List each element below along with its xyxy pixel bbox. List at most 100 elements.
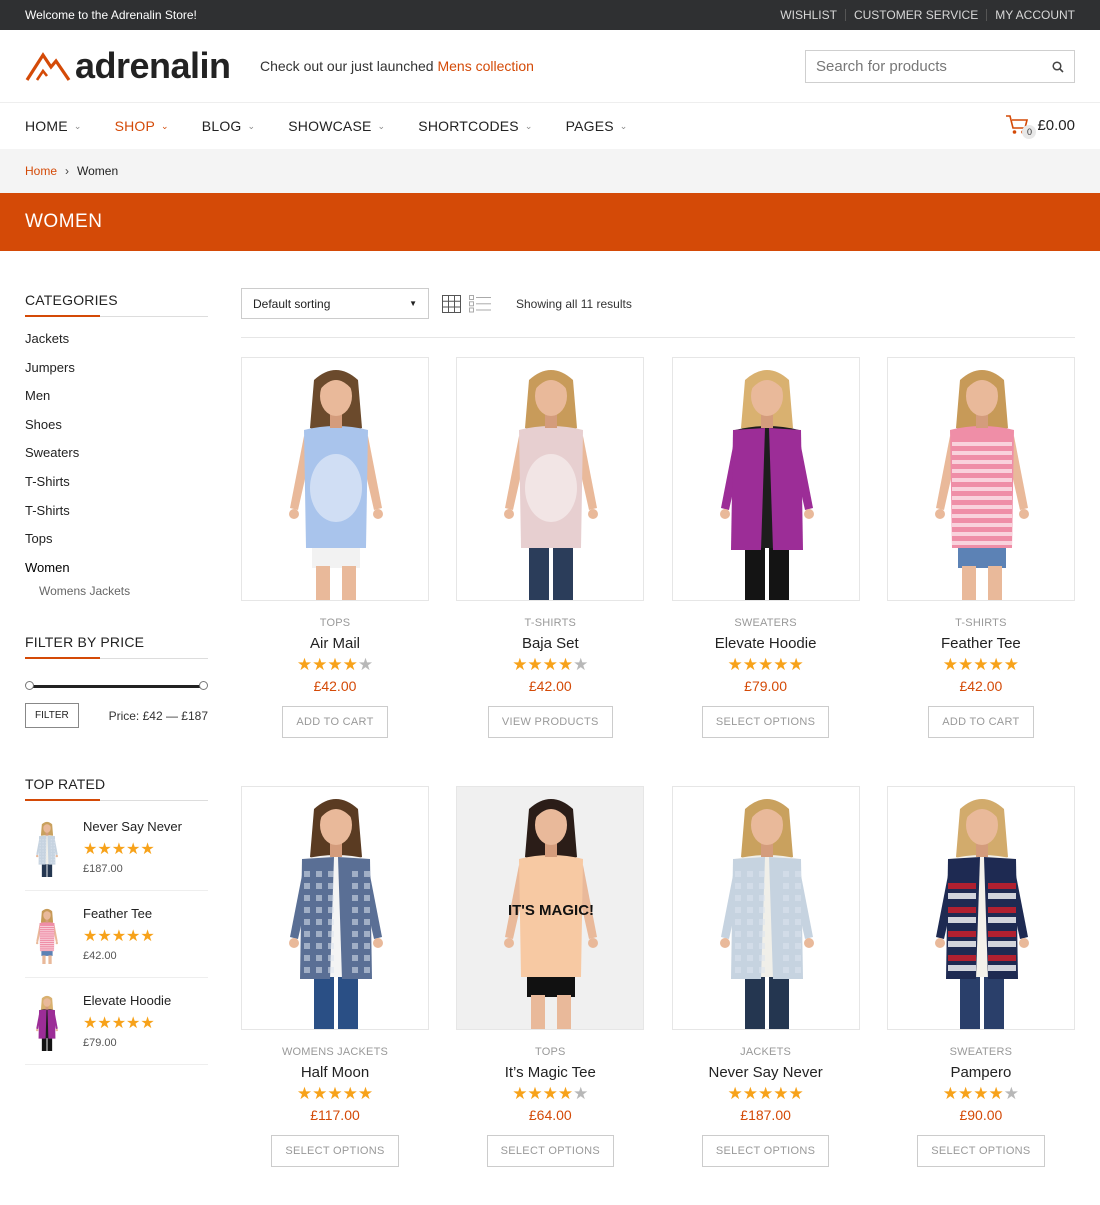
product-card: SWEATERS Pampero ★★★★★ £90.00 SELECT OPT… (886, 786, 1075, 1205)
price-range-label: Price: £42 — £187 (108, 708, 208, 723)
price-filter: FILTER BY PRICE FILTER Price: £42 — £187 (25, 634, 208, 729)
product-category[interactable]: WOMENS JACKETS (241, 1046, 429, 1058)
product-thumbnail[interactable] (25, 906, 69, 965)
product-title[interactable]: Never Say Never (672, 1064, 860, 1081)
product-title[interactable]: Feather Tee (887, 635, 1075, 652)
sort-select[interactable]: Default sorting ▼ (241, 288, 429, 319)
logo[interactable]: adrenalin (25, 45, 260, 87)
product-card: TOPS Air Mail ★★★★★ £42.00 ADD TO CART (241, 357, 429, 786)
star-rating: ★★★★★ (296, 655, 374, 674)
category-sweaters[interactable]: Sweaters (25, 445, 208, 474)
nav-item-pages[interactable]: PAGES ⌄ (566, 118, 628, 134)
product-category[interactable]: SWEATERS (672, 617, 860, 629)
top-rated-name[interactable]: Feather Tee (83, 906, 155, 921)
star-rating: ★★★★★ (83, 928, 155, 946)
product-card: JACKETS Never Say Never ★★★★★ £187.00 SE… (671, 786, 860, 1205)
category-t-shirts-2[interactable]: T-Shirts (25, 503, 208, 532)
product-title[interactable]: Half Moon (241, 1064, 429, 1081)
top-rated-heading: TOP RATED (25, 776, 208, 802)
customer-service-link[interactable]: CUSTOMER SERVICE (844, 9, 986, 21)
page-title-banner: WOMEN (0, 193, 1100, 251)
product-image[interactable] (241, 786, 429, 1030)
nav-item-shortcodes[interactable]: SHORTCODES ⌄ (418, 118, 532, 134)
product-thumbnail[interactable] (25, 819, 69, 878)
nav-item-home[interactable]: HOME ⌄ (25, 118, 82, 134)
category-jumpers[interactable]: Jumpers (25, 360, 208, 389)
nav-item-blog[interactable]: BLOG ⌄ (202, 118, 255, 134)
product-price: £117.00 (310, 1107, 360, 1123)
product-category[interactable]: T-SHIRTS (887, 617, 1075, 629)
grid-view-icon[interactable] (442, 294, 461, 313)
breadcrumb-home-link[interactable]: Home (25, 164, 57, 178)
category-jackets[interactable]: Jackets (25, 331, 208, 360)
wishlist-link[interactable]: WISHLIST (772, 9, 845, 21)
product-action-button[interactable]: SELECT OPTIONS (701, 706, 830, 738)
product-price: £90.00 (959, 1107, 1003, 1123)
top-rated-name[interactable]: Elevate Hoodie (83, 993, 171, 1008)
my-account-link[interactable]: MY ACCOUNT (986, 9, 1075, 21)
category-t-shirts[interactable]: T-Shirts (25, 474, 208, 503)
top-rated-widget: TOP RATED Never Say Never ★★★★★ £187.00 … (25, 776, 208, 1066)
product-title[interactable]: Baja Set (456, 635, 644, 652)
category-men[interactable]: Men (25, 388, 208, 417)
price-slider-max-handle[interactable] (199, 681, 208, 691)
product-image[interactable] (886, 357, 1075, 601)
search-input[interactable]: Search for products (805, 50, 1075, 83)
product-price: £42.00 (959, 678, 1003, 694)
top-rated-item[interactable]: Feather Tee ★★★★★ £42.00 (25, 891, 208, 979)
star-rating: ★★★★★ (942, 655, 1019, 674)
top-rated-info: Never Say Never ★★★★★ £187.00 (83, 819, 182, 877)
product-image[interactable] (456, 357, 645, 601)
top-rated-name[interactable]: Never Say Never (83, 819, 182, 834)
logo-text: adrenalin (75, 45, 231, 86)
top-bar: Welcome to the Adrenalin Store! WISHLIST… (0, 0, 1100, 30)
product-action-button[interactable]: SELECT OPTIONS (486, 1135, 614, 1167)
breadcrumb-current: Women (77, 164, 119, 178)
product-image[interactable]: IT'S MAGIC! (456, 786, 645, 1030)
product-title[interactable]: It’s Magic Tee (456, 1064, 644, 1081)
product-action-button[interactable]: VIEW PRODUCTS (487, 706, 613, 738)
product-image[interactable] (886, 786, 1075, 1030)
sort-selected-value: Default sorting (253, 296, 331, 311)
product-title[interactable]: Air Mail (241, 635, 429, 652)
top-rated-price: £42.00 (83, 950, 117, 963)
cart-button[interactable]: 0 £0.00 (1005, 114, 1075, 139)
product-action-button[interactable]: SELECT OPTIONS (701, 1135, 830, 1167)
product-image[interactable] (241, 357, 429, 601)
chevron-down-icon: ⌄ (161, 120, 169, 131)
product-category[interactable]: TOPS (456, 1046, 644, 1058)
nav-item-shop[interactable]: SHOP ⌄ (115, 118, 169, 134)
top-rated-item[interactable]: Elevate Hoodie ★★★★★ £79.00 (25, 978, 208, 1066)
product-action-button[interactable]: ADD TO CART (282, 706, 388, 738)
filter-button[interactable]: FILTER (25, 703, 79, 729)
mens-collection-link[interactable]: Mens collection (437, 58, 534, 74)
product-category[interactable]: T-SHIRTS (456, 617, 644, 629)
product-title[interactable]: Elevate Hoodie (672, 635, 860, 652)
product-thumbnail[interactable] (25, 993, 69, 1052)
product-action-button[interactable]: SELECT OPTIONS (917, 1135, 1045, 1167)
product-card: IT'S MAGIC! TOPS It’s Magic Tee ★★★★★ £6… (456, 786, 645, 1205)
top-rated-price: £187.00 (83, 863, 123, 876)
product-category[interactable]: TOPS (241, 617, 429, 629)
product-image[interactable] (671, 786, 860, 1030)
category-list: Jackets Jumpers Men Shoes Sweaters T-Shi… (25, 331, 208, 598)
top-rated-item[interactable]: Never Say Never ★★★★★ £187.00 (25, 801, 208, 892)
product-title[interactable]: Pampero (887, 1064, 1075, 1081)
product-action-button[interactable]: SELECT OPTIONS (271, 1135, 399, 1167)
cart-count-badge: 0 (1022, 125, 1037, 139)
product-category[interactable]: SWEATERS (887, 1046, 1075, 1058)
product-image[interactable] (671, 357, 860, 601)
category-tops[interactable]: Tops (25, 531, 208, 560)
search-icon[interactable] (1052, 60, 1064, 73)
subcategory-womens-jackets[interactable]: Womens Jackets (25, 584, 208, 598)
nav-item-showcase[interactable]: SHOWCASE ⌄ (288, 118, 385, 134)
product-action-button[interactable]: ADD TO CART (928, 706, 1034, 738)
category-shoes[interactable]: Shoes (25, 417, 208, 446)
price-slider[interactable] (25, 681, 208, 691)
product-price: £42.00 (528, 678, 572, 694)
product-category[interactable]: JACKETS (672, 1046, 860, 1058)
chevron-down-icon: ⌄ (524, 120, 533, 131)
star-rating: ★★★★★ (512, 655, 589, 674)
price-slider-min-handle[interactable] (25, 681, 34, 691)
list-view-icon[interactable] (469, 294, 491, 313)
